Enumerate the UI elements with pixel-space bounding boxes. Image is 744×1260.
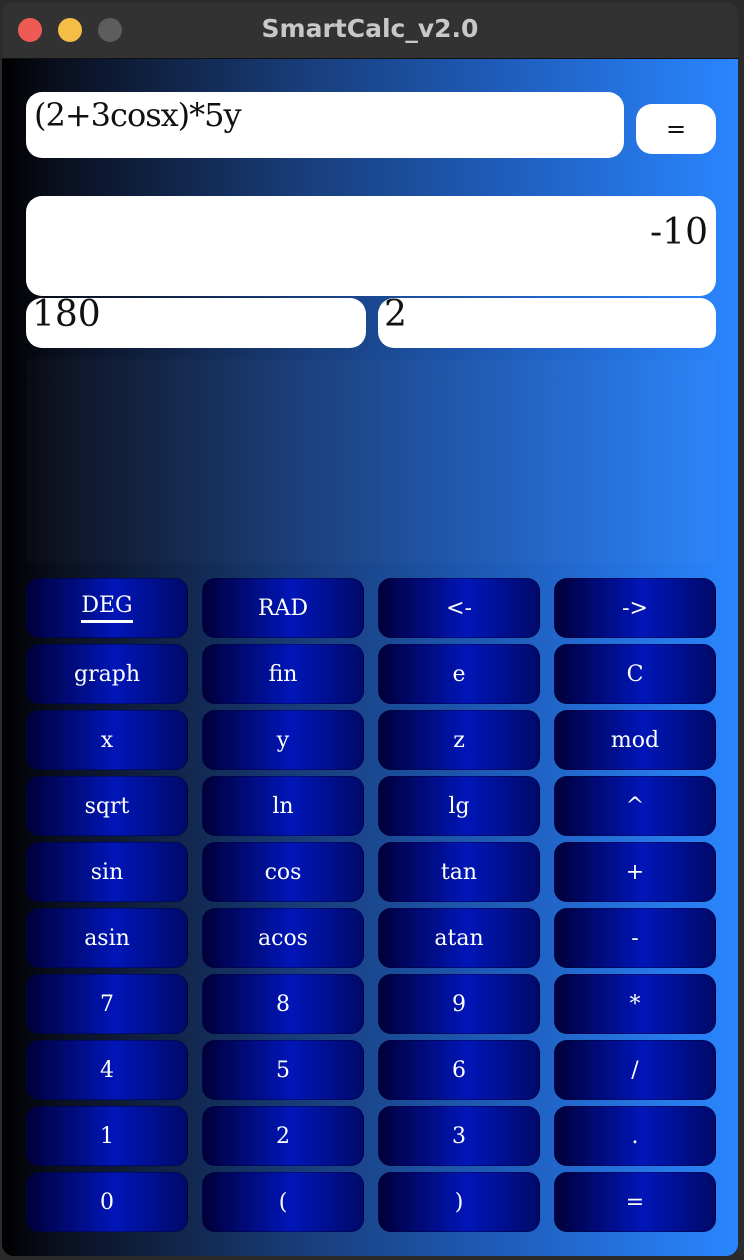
open-paren-button[interactable]: (	[202, 1172, 364, 1232]
y-value-input[interactable]: 2	[378, 297, 716, 348]
digit-5-button[interactable]: 5	[202, 1040, 364, 1100]
multiply-button[interactable]: *	[554, 974, 716, 1034]
evaluate-button[interactable]: =	[636, 104, 716, 154]
z-variable-button[interactable]: z	[378, 710, 540, 770]
result-display: -10	[26, 196, 716, 296]
clear-button[interactable]: C	[554, 644, 716, 704]
close-paren-button[interactable]: )	[378, 1172, 540, 1232]
digit-2-button[interactable]: 2	[202, 1106, 364, 1166]
digit-9-button[interactable]: 9	[378, 974, 540, 1034]
plus-button[interactable]: +	[554, 842, 716, 902]
rad-mode-button[interactable]: RAD	[202, 578, 364, 638]
digit-1-button[interactable]: 1	[26, 1106, 188, 1166]
lg-button[interactable]: lg	[378, 776, 540, 836]
digit-6-button[interactable]: 6	[378, 1040, 540, 1100]
tan-button[interactable]: tan	[378, 842, 540, 902]
divide-button[interactable]: /	[554, 1040, 716, 1100]
digit-0-button[interactable]: 0	[26, 1172, 188, 1232]
deg-mode-button[interactable]: DEG	[26, 578, 188, 638]
keypad: DEG RAD <- -> graph fin e C x y z mod sq…	[26, 578, 716, 1232]
x-variable-button[interactable]: x	[26, 710, 188, 770]
graph-button[interactable]: graph	[26, 644, 188, 704]
mod-button[interactable]: mod	[554, 710, 716, 770]
app-window: SmartCalc_v2.0 (2+3cosx)*5y = -10 180 2 …	[2, 2, 738, 1256]
fin-button[interactable]: fin	[202, 644, 364, 704]
atan-button[interactable]: atan	[378, 908, 540, 968]
digit-8-button[interactable]: 8	[202, 974, 364, 1034]
deg-label: DEG	[81, 593, 133, 623]
acos-button[interactable]: acos	[202, 908, 364, 968]
decimal-point-button[interactable]: .	[554, 1106, 716, 1166]
cos-button[interactable]: cos	[202, 842, 364, 902]
x-value-input[interactable]: 180	[26, 297, 366, 348]
sqrt-button[interactable]: sqrt	[26, 776, 188, 836]
y-variable-button[interactable]: y	[202, 710, 364, 770]
sin-button[interactable]: sin	[26, 842, 188, 902]
cursor-left-button[interactable]: <-	[378, 578, 540, 638]
title-bar: SmartCalc_v2.0	[2, 2, 738, 59]
graph-area	[26, 359, 716, 563]
equals-button[interactable]: =	[554, 1172, 716, 1232]
power-button[interactable]: ^	[554, 776, 716, 836]
digit-4-button[interactable]: 4	[26, 1040, 188, 1100]
minus-button[interactable]: -	[554, 908, 716, 968]
asin-button[interactable]: asin	[26, 908, 188, 968]
cursor-right-button[interactable]: ->	[554, 578, 716, 638]
digit-3-button[interactable]: 3	[378, 1106, 540, 1166]
digit-7-button[interactable]: 7	[26, 974, 188, 1034]
expression-input[interactable]: (2+3cosx)*5y	[26, 92, 624, 158]
ln-button[interactable]: ln	[202, 776, 364, 836]
window-title: SmartCalc_v2.0	[261, 14, 479, 43]
calculator-body: (2+3cosx)*5y = -10 180 2 DEG RAD <- -> g…	[2, 59, 738, 1256]
e-button[interactable]: e	[378, 644, 540, 704]
